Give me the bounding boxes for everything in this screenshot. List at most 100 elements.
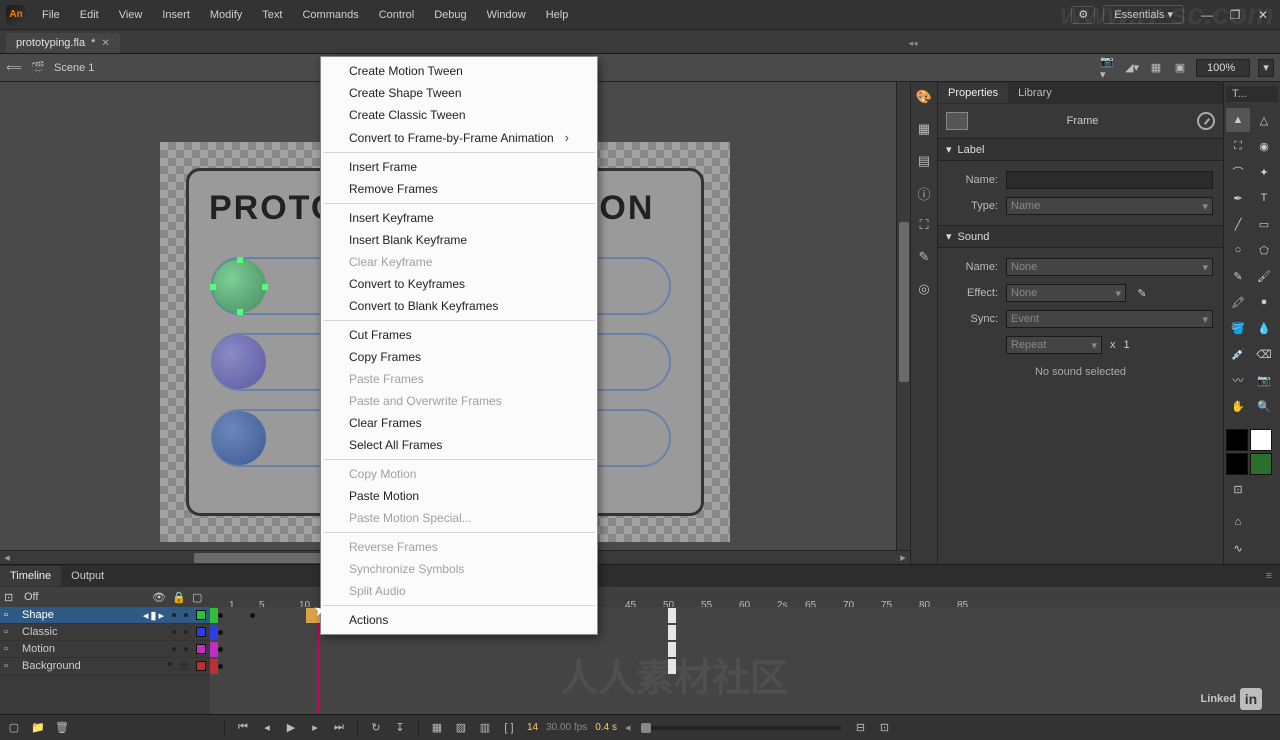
- label-type-dropdown[interactable]: Name▾: [1006, 197, 1213, 215]
- ctx-create-motion-tween[interactable]: Create Motion Tween: [321, 60, 597, 82]
- workspace-selector[interactable]: Essentials ▾: [1103, 5, 1184, 24]
- collapse-panels-icon[interactable]: ◂◂: [902, 36, 924, 50]
- delete-layer-button[interactable]: 🗑: [52, 719, 72, 737]
- fps-readout[interactable]: 30.00 fps: [546, 722, 587, 733]
- section-label[interactable]: ▾Label: [938, 138, 1223, 161]
- ctx-clear-frames[interactable]: Clear Frames: [321, 412, 597, 434]
- sound-name-dropdown[interactable]: None▾: [1006, 258, 1213, 276]
- subselection-tool[interactable]: △: [1252, 108, 1276, 132]
- line-tool[interactable]: ╱: [1226, 212, 1250, 236]
- restore-button[interactable]: ❐: [1222, 6, 1248, 24]
- lock-icon[interactable]: 🔒: [172, 591, 186, 604]
- play-button[interactable]: ▶: [281, 719, 301, 737]
- pencil-tool[interactable]: ✎: [1226, 264, 1250, 288]
- grid-icon[interactable]: ▦: [1148, 60, 1164, 76]
- ctx-actions[interactable]: Actions: [321, 609, 597, 631]
- close-button[interactable]: ✕: [1250, 6, 1276, 24]
- polystar-tool[interactable]: ⬠: [1252, 238, 1276, 262]
- brush-tool[interactable]: 🖌: [1252, 264, 1276, 288]
- tab-library[interactable]: Library: [1008, 83, 1062, 103]
- paint-brush-tool[interactable]: 🖍: [1226, 290, 1250, 314]
- scroll-frames-button[interactable]: ⊡: [875, 719, 895, 737]
- zoom-tool[interactable]: 🔍: [1252, 394, 1276, 418]
- text-tool[interactable]: T: [1252, 186, 1276, 210]
- ctx-copy-frames[interactable]: Copy Frames: [321, 346, 597, 368]
- info-panel-icon[interactable]: ⓘ: [915, 184, 933, 202]
- sync-settings-icon[interactable]: ⚙: [1071, 6, 1095, 24]
- outline-icon[interactable]: ▢: [192, 591, 206, 604]
- menu-view[interactable]: View: [109, 5, 153, 25]
- ctx-cut-frames[interactable]: Cut Frames: [321, 324, 597, 346]
- menu-edit[interactable]: Edit: [70, 5, 109, 25]
- document-tab[interactable]: prototyping.fla*✕: [6, 33, 120, 53]
- ctx-insert-frame[interactable]: Insert Frame: [321, 156, 597, 178]
- selection-tool[interactable]: ▲: [1226, 108, 1250, 132]
- ink-bottle-tool[interactable]: 💧: [1252, 316, 1276, 340]
- layer-classic[interactable]: ▫Classic: [0, 624, 210, 641]
- menu-insert[interactable]: Insert: [152, 5, 200, 25]
- edit-effect-icon[interactable]: ✎: [1134, 287, 1150, 300]
- hand-tool[interactable]: ✋: [1226, 394, 1250, 418]
- pen-tool[interactable]: ✒: [1226, 186, 1250, 210]
- snap-icon[interactable]: ▣: [1172, 60, 1188, 76]
- brush-panel-icon[interactable]: ✎: [915, 248, 933, 266]
- step-back-button[interactable]: ◂: [257, 719, 277, 737]
- new-folder-button[interactable]: 📁: [28, 719, 48, 737]
- edit-multiple-button[interactable]: ▥: [475, 719, 495, 737]
- camera-icon[interactable]: 📷▾: [1100, 60, 1116, 76]
- menu-text[interactable]: Text: [252, 5, 292, 25]
- bucket-tool[interactable]: 🪣: [1226, 316, 1250, 340]
- 3d-rotation-tool[interactable]: ◉: [1252, 134, 1276, 158]
- cc-panel-icon[interactable]: ◎: [915, 280, 933, 298]
- label-name-input[interactable]: [1006, 171, 1213, 189]
- sound-repeat-dropdown[interactable]: Repeat▾: [1006, 336, 1102, 354]
- menu-file[interactable]: File: [32, 5, 70, 25]
- oval-tool[interactable]: ○: [1226, 238, 1250, 262]
- menu-control[interactable]: Control: [369, 5, 424, 25]
- loop-toggle[interactable]: ↻: [366, 719, 386, 737]
- snap-option[interactable]: ⊡: [1226, 477, 1250, 501]
- current-frame[interactable]: 14: [523, 722, 542, 733]
- color-panel-icon[interactable]: 🎨: [915, 88, 933, 106]
- ctx-create-shape-tween[interactable]: Create Shape Tween: [321, 82, 597, 104]
- ctx-insert-keyframe[interactable]: Insert Keyframe: [321, 207, 597, 229]
- back-icon[interactable]: ⟸: [6, 60, 22, 76]
- magic-wand-tool[interactable]: ✦: [1252, 160, 1276, 184]
- align-panel-icon[interactable]: ▤: [915, 152, 933, 170]
- fill-swatch[interactable]: [1250, 429, 1272, 451]
- section-sound[interactable]: ▾Sound: [938, 225, 1223, 248]
- ctx-select-all-frames[interactable]: Select All Frames: [321, 434, 597, 456]
- tab-properties[interactable]: Properties: [938, 83, 1008, 103]
- scene-name[interactable]: Scene 1: [54, 62, 94, 74]
- zoom-input[interactable]: 100%: [1196, 59, 1250, 77]
- menu-modify[interactable]: Modify: [200, 5, 252, 25]
- layer-shape[interactable]: ▫Shape◂▮▸: [0, 607, 210, 624]
- shape-ball-green[interactable]: [212, 259, 266, 313]
- ctx-create-classic-tween[interactable]: Create Classic Tween: [321, 104, 597, 126]
- swap-swatch[interactable]: [1250, 453, 1272, 475]
- onion-toggle[interactable]: Off: [24, 591, 38, 603]
- free-transform-tool[interactable]: ⛶: [1226, 134, 1250, 158]
- bw-swatch[interactable]: [1226, 453, 1248, 475]
- ctx-remove-frames[interactable]: Remove Frames: [321, 178, 597, 200]
- panel-menu-icon[interactable]: ≡: [1258, 570, 1280, 582]
- loop-icon[interactable]: [1197, 112, 1215, 130]
- menu-help[interactable]: Help: [536, 5, 579, 25]
- step-forward-button[interactable]: ▸: [305, 719, 325, 737]
- clip-icon[interactable]: ◢▾: [1124, 60, 1140, 76]
- ctx-convert-to-blank-keyframes[interactable]: Convert to Blank Keyframes: [321, 295, 597, 317]
- sound-effect-dropdown[interactable]: None▾: [1006, 284, 1126, 302]
- layer-motion[interactable]: ▫Motion: [0, 641, 210, 658]
- zoom-slider[interactable]: [641, 726, 841, 730]
- ctx-convert-to-keyframes[interactable]: Convert to Keyframes: [321, 273, 597, 295]
- rectangle-tool[interactable]: ▭: [1252, 212, 1276, 236]
- ctx-paste-motion[interactable]: Paste Motion: [321, 485, 597, 507]
- menu-window[interactable]: Window: [477, 5, 536, 25]
- close-tab-icon[interactable]: ✕: [101, 38, 109, 49]
- camera-tool[interactable]: 📷: [1252, 368, 1276, 392]
- insert-frame-button[interactable]: ↧: [390, 719, 410, 737]
- goto-last-button[interactable]: ⏭: [329, 719, 349, 737]
- repeat-count[interactable]: 1: [1124, 339, 1130, 351]
- lasso-tool[interactable]: ⌒: [1226, 160, 1250, 184]
- tab-timeline[interactable]: Timeline: [0, 566, 61, 586]
